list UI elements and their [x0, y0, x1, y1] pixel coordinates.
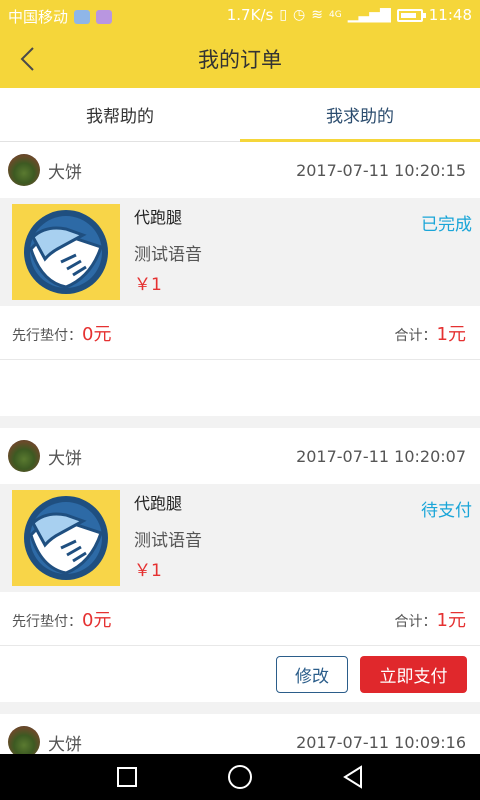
user-name: 大饼 [48, 162, 82, 183]
circle-icon [227, 765, 252, 789]
pay-now-button[interactable]: 立即支付 [360, 655, 467, 693]
service-price: ￥1 [134, 561, 162, 581]
order-card[interactable]: 大饼 2017-07-11 10:09:16 [0, 714, 480, 754]
page-title: 我的订单 [198, 48, 282, 72]
order-list[interactable]: 大饼 2017-07-11 10:20:15 代跑腿 测试语音 ￥1 已完成 先… [0, 142, 480, 754]
order-body[interactable]: 代跑腿 测试语音 ￥1 待支付 [0, 484, 480, 592]
tab-i-helped[interactable]: 我帮助的 [0, 88, 240, 141]
service-price: ￥1 [134, 275, 162, 295]
service-description: 测试语音 [134, 531, 202, 551]
advance-payment: 先行垫付：0元 [12, 606, 111, 632]
user-name: 大饼 [48, 734, 82, 755]
order-time: 2017-07-11 10:09:16 [296, 732, 466, 752]
handshake-icon [24, 496, 108, 580]
empty-action-row [0, 360, 480, 416]
avatar[interactable] [8, 154, 40, 186]
alarm-icon: ◷ [293, 7, 306, 23]
status-left: 中国移动 [8, 6, 113, 27]
order-time: 2017-07-11 10:20:07 [296, 446, 466, 466]
total-label: 合计： [394, 327, 437, 344]
battery-icon [396, 8, 426, 22]
order-time: 2017-07-11 10:20:15 [296, 160, 466, 180]
order-status: 已完成 [421, 215, 472, 235]
handshake-icon [24, 210, 108, 294]
advance-value: 0元 [82, 323, 112, 345]
triangle-back-icon [343, 765, 363, 789]
wifi-icon: ≋ [311, 7, 323, 23]
action-row: 修改 立即支付 [0, 646, 480, 702]
order-header: 大饼 2017-07-11 10:20:15 [0, 142, 480, 198]
title-bar: 我的订单 [0, 30, 480, 88]
system-nav-bar [0, 754, 480, 800]
service-name: 代跑腿 [134, 208, 183, 227]
square-icon [116, 767, 137, 787]
total-amount: 合计：1元 [395, 606, 466, 632]
total-value: 1元 [436, 609, 466, 631]
tab-bar: 我帮助的 我求助的 [0, 88, 480, 142]
service-thumbnail [12, 204, 120, 300]
advance-value: 0元 [82, 609, 112, 631]
location-icon [74, 9, 91, 24]
amount-row: 先行垫付：0元 合计：1元 [0, 592, 480, 646]
gallery-icon [96, 9, 113, 24]
nav-back-button[interactable] [336, 760, 370, 794]
service-thumbnail [12, 490, 120, 586]
advance-payment: 先行垫付：0元 [12, 320, 111, 346]
tab-i-requested[interactable]: 我求助的 [240, 88, 480, 142]
order-body[interactable]: 代跑腿 测试语音 ￥1 已完成 [0, 198, 480, 306]
amount-row: 先行垫付：0元 合计：1元 [0, 306, 480, 360]
status-bar: 中国移动 1.7K/s ▯ ◷ ≋ 4G ▁▃▅▇ 11:48 [0, 0, 480, 30]
modify-button[interactable]: 修改 [276, 655, 348, 693]
carrier-name: 中国移动 [8, 8, 69, 26]
order-card[interactable]: 大饼 2017-07-11 10:20:07 代跑腿 测试语音 ￥1 待支付 先… [0, 428, 480, 702]
avatar[interactable] [8, 726, 40, 754]
status-right: 1.7K/s ▯ ◷ ≋ 4G ▁▃▅▇ 11:48 [227, 6, 472, 24]
order-header: 大饼 2017-07-11 10:09:16 [0, 714, 480, 754]
signal-icon: ▁▃▅▇ [347, 7, 391, 23]
clock: 11:48 [428, 6, 472, 24]
home-button[interactable] [223, 760, 257, 794]
service-name: 代跑腿 [134, 494, 183, 513]
order-header: 大饼 2017-07-11 10:20:07 [0, 428, 480, 484]
total-label: 合计： [394, 613, 437, 630]
advance-label: 先行垫付： [12, 613, 82, 630]
advance-label: 先行垫付： [12, 327, 82, 344]
vibrate-icon: ▯ [279, 7, 288, 23]
user-name: 大饼 [48, 448, 82, 469]
total-amount: 合计：1元 [395, 320, 466, 346]
order-status: 待支付 [421, 501, 472, 521]
avatar[interactable] [8, 440, 40, 472]
total-value: 1元 [436, 323, 466, 345]
recent-apps-button[interactable] [110, 760, 144, 794]
order-card[interactable]: 大饼 2017-07-11 10:20:15 代跑腿 测试语音 ￥1 已完成 先… [0, 142, 480, 416]
network-speed: 1.7K/s [226, 6, 274, 24]
network-type: 4G [328, 10, 342, 20]
service-description: 测试语音 [134, 245, 202, 265]
